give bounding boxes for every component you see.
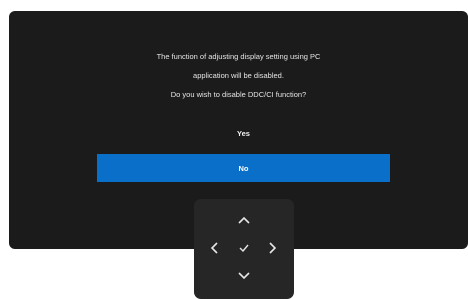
no-option-label: No <box>238 163 249 173</box>
yes-option[interactable]: Yes <box>97 125 390 141</box>
message-line-3: Do you wish to disable DDC/CI function? <box>170 90 307 99</box>
chevron-right-icon[interactable] <box>264 239 282 257</box>
chevron-up-icon[interactable] <box>235 211 253 229</box>
check-icon[interactable] <box>235 239 253 257</box>
no-option[interactable]: No <box>97 154 390 182</box>
yes-option-label: Yes <box>237 128 250 138</box>
joystick-navigation <box>194 199 294 299</box>
chevron-down-icon[interactable] <box>235 267 253 285</box>
message-line-2: application will be disabled. <box>193 71 284 80</box>
chevron-left-icon[interactable] <box>205 239 223 257</box>
dialog-message: The function of adjusting display settin… <box>9 47 468 104</box>
message-line-1: The function of adjusting display settin… <box>156 52 321 61</box>
